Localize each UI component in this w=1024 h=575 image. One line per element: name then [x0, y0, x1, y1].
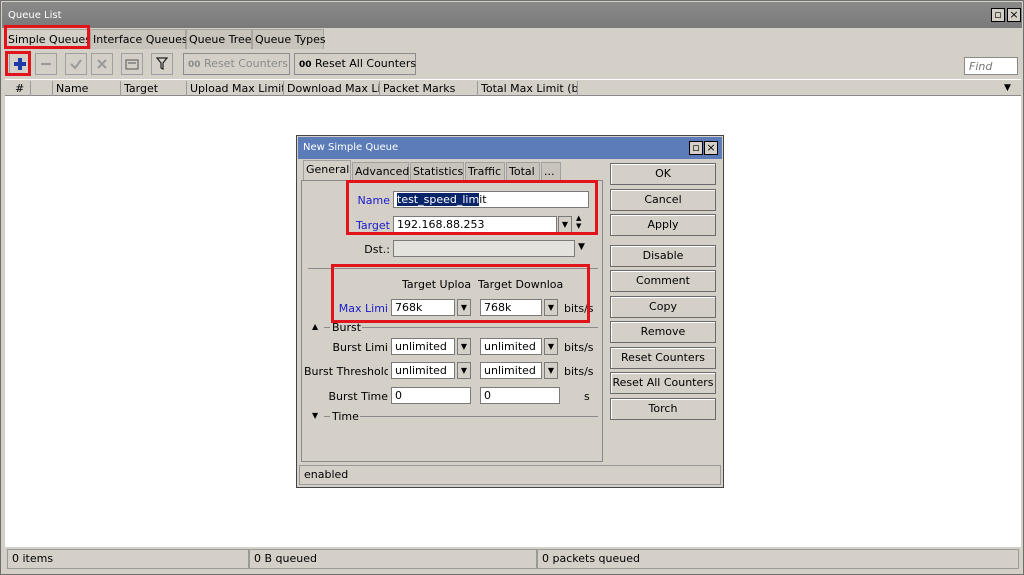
close-icon[interactable]: × — [1007, 8, 1021, 22]
dst-dropdown-icon[interactable]: ▼ — [578, 242, 585, 252]
column-header-upload-max-limit[interactable]: Upload Max Limit — [187, 81, 284, 96]
burst-time-upload-field[interactable]: 0 — [391, 387, 471, 404]
tab-advanced[interactable]: Advanced — [352, 162, 409, 180]
tab-interface-queues[interactable]: Interface Queues — [90, 29, 188, 49]
remove-button[interactable] — [35, 53, 57, 75]
highlight-box — [346, 180, 598, 235]
comment-button[interactable] — [121, 53, 143, 75]
restore-icon[interactable]: ▫ — [991, 8, 1005, 22]
disable-button[interactable]: Disable — [610, 245, 716, 267]
burst-limit-upload-dropdown-icon[interactable]: ▼ — [457, 338, 471, 355]
reset-counters-button[interactable]: 00 Reset Counters — [183, 53, 290, 75]
burst-threshold-unit: bits/s — [564, 365, 594, 378]
burst-limit-label: Burst Limi — [332, 341, 388, 354]
minus-icon — [41, 63, 51, 65]
tab-more[interactable]: ... — [541, 162, 561, 180]
disable-button[interactable] — [91, 53, 113, 75]
remove-button[interactable]: Remove — [610, 321, 716, 343]
divider — [324, 416, 330, 417]
dialog-restore-icon[interactable]: ▫ — [689, 141, 703, 155]
burst-limit-download-dropdown-icon[interactable]: ▼ — [544, 338, 558, 355]
highlight-box — [5, 51, 31, 76]
tab-queue-types[interactable]: Queue Types — [252, 29, 326, 49]
tab-total[interactable]: Total — [506, 162, 540, 180]
tab-queue-tree[interactable]: Queue Tree — [186, 29, 252, 49]
column-header-flags[interactable] — [31, 81, 53, 96]
burst-threshold-label: Burst Thresholc — [304, 365, 388, 378]
torch-button[interactable]: Torch — [610, 398, 716, 420]
counter-icon: 00 — [188, 60, 201, 70]
burst-collapse-icon[interactable]: ▲ — [312, 322, 318, 331]
column-header-name[interactable]: Name — [53, 81, 121, 96]
time-expand-icon[interactable]: ▼ — [312, 411, 318, 420]
cancel-button[interactable]: Cancel — [610, 189, 716, 211]
status-items: 0 items — [7, 549, 249, 569]
burst-limit-unit: bits/s — [564, 341, 594, 354]
column-header-download-max-limit[interactable]: Download Max Limit — [284, 81, 380, 96]
column-header-target[interactable]: Target — [121, 81, 187, 96]
dialog-status: enabled — [299, 465, 721, 485]
columns-dropdown-icon[interactable]: ▼ — [1004, 83, 1011, 93]
highlight-box — [4, 25, 90, 49]
counter-icon: 00 — [299, 60, 312, 70]
find-input[interactable] — [964, 57, 1018, 75]
filter-button[interactable] — [151, 53, 173, 75]
x-icon — [97, 59, 107, 69]
tab-general[interactable]: General — [303, 160, 351, 180]
dialog-title: New Simple Queue — [303, 142, 399, 153]
column-header-total-max-limit[interactable]: Total Max Limit (b. — [478, 81, 578, 96]
divider — [324, 327, 330, 328]
burst-threshold-upload-dropdown-icon[interactable]: ▼ — [457, 362, 471, 379]
dst-field[interactable] — [393, 240, 575, 257]
burst-threshold-download-dropdown-icon[interactable]: ▼ — [544, 362, 558, 379]
dialog-close-icon[interactable]: × — [704, 141, 718, 155]
check-icon — [70, 59, 82, 70]
status-queued-packets: 0 packets queued — [537, 549, 1019, 569]
time-section-label: Time — [332, 410, 359, 423]
comment-button[interactable]: Comment — [610, 270, 716, 292]
copy-button[interactable]: Copy — [610, 296, 716, 318]
divider — [360, 416, 598, 417]
column-header-number[interactable]: # — [5, 81, 31, 96]
burst-threshold-download-field[interactable]: unlimited — [480, 362, 542, 379]
tab-statistics[interactable]: Statistics — [410, 162, 464, 180]
enable-button[interactable] — [65, 53, 87, 75]
status-queued-bytes: 0 B queued — [249, 549, 537, 569]
reset-counters-label: Reset Counters — [204, 57, 288, 70]
reset-all-counters-button[interactable]: 00 Reset All Counters — [294, 53, 416, 75]
window-title: Queue List — [8, 10, 62, 21]
divider — [362, 327, 598, 328]
burst-time-label: Burst Time — [328, 390, 388, 403]
burst-threshold-upload-field[interactable]: unlimited — [391, 362, 455, 379]
window-titlebar[interactable]: Queue List ▫ × — [2, 2, 1022, 28]
burst-limit-upload-field[interactable]: unlimited — [391, 338, 455, 355]
reset-counters-button[interactable]: Reset Counters — [610, 347, 716, 369]
burst-time-download-field[interactable]: 0 — [480, 387, 560, 404]
reset-all-counters-button[interactable]: Reset All Counters — [610, 372, 716, 394]
dialog-titlebar[interactable]: New Simple Queue — [298, 137, 722, 159]
burst-time-unit: s — [584, 390, 590, 403]
burst-limit-download-field[interactable]: unlimited — [480, 338, 542, 355]
highlight-box — [331, 264, 590, 323]
apply-button[interactable]: Apply — [610, 214, 716, 236]
filter-icon — [156, 57, 168, 70]
table-header: # Name Target Upload Max Limit Download … — [5, 79, 1021, 96]
column-header-packet-marks[interactable]: Packet Marks — [380, 81, 478, 96]
tab-traffic[interactable]: Traffic — [465, 162, 505, 180]
ok-button[interactable]: OK — [610, 163, 716, 185]
note-icon — [125, 59, 139, 70]
dst-label: Dst.: — [364, 243, 390, 256]
reset-all-counters-label: Reset All Counters — [315, 57, 417, 70]
